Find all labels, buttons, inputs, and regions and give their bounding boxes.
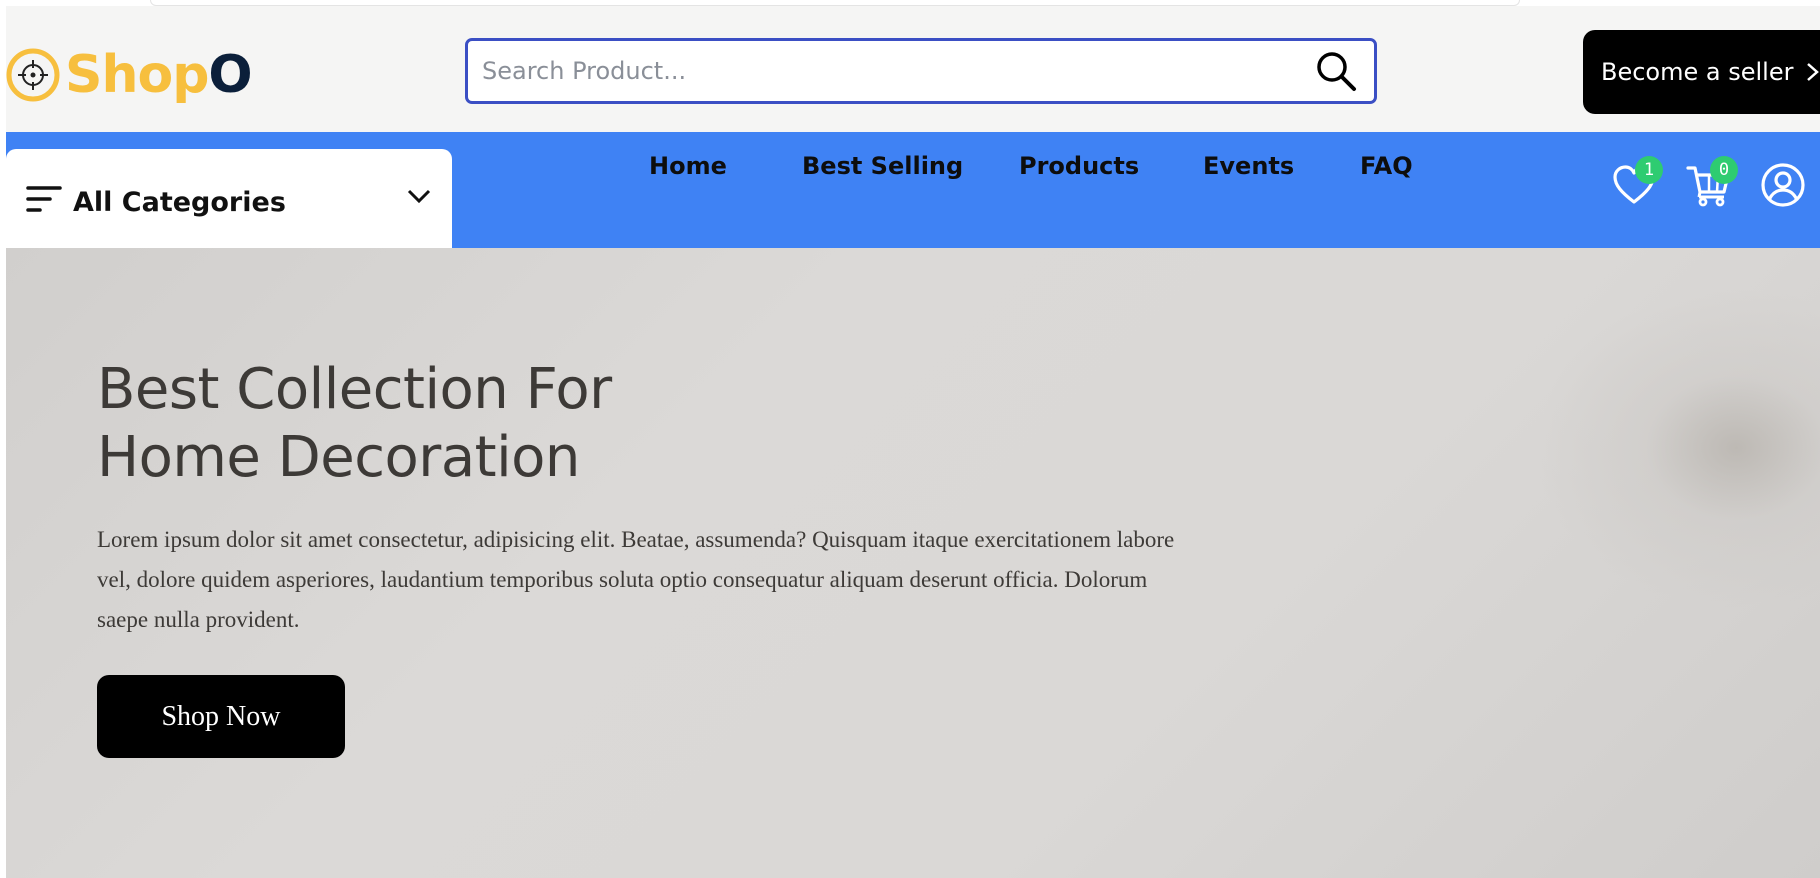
search-icon[interactable] bbox=[1314, 49, 1358, 93]
cart-count-badge: 0 bbox=[1710, 156, 1738, 184]
header: ShopO Become a seller bbox=[6, 6, 1820, 132]
hero-title-line-1: Best Collection For bbox=[97, 357, 612, 422]
chevron-down-icon bbox=[407, 189, 431, 204]
wishlist-button[interactable]: 1 bbox=[1611, 156, 1663, 212]
logo-text-shop: Shop bbox=[65, 45, 209, 105]
user-profile-icon bbox=[1761, 163, 1805, 207]
shop-now-button[interactable]: Shop Now bbox=[97, 675, 345, 758]
all-categories-label: All Categories bbox=[73, 187, 286, 218]
crosshair-logo-icon bbox=[6, 48, 60, 102]
wishlist-count-badge: 1 bbox=[1635, 156, 1663, 184]
cart-button[interactable]: 0 bbox=[1686, 156, 1738, 212]
hero-banner: Best Collection For Home Decoration Lore… bbox=[6, 248, 1820, 878]
nav-link-home[interactable]: Home bbox=[649, 148, 727, 184]
search-input[interactable] bbox=[468, 41, 1314, 101]
search-box bbox=[465, 38, 1377, 104]
become-seller-button[interactable]: Become a seller bbox=[1583, 30, 1820, 114]
all-categories-dropdown[interactable]: All Categories bbox=[6, 149, 452, 248]
logo[interactable]: ShopO bbox=[6, 40, 253, 110]
logo-text-o: O bbox=[208, 45, 252, 105]
hero-description: Lorem ipsum dolor sit amet consectetur, … bbox=[97, 527, 1175, 632]
nav-link-faq[interactable]: FAQ bbox=[1360, 148, 1413, 184]
logo-text: ShopO bbox=[65, 49, 253, 101]
nav-link-best-selling[interactable]: Best Selling bbox=[802, 148, 963, 184]
nav-link-events[interactable]: Events bbox=[1203, 148, 1294, 184]
chevron-right-icon bbox=[1807, 63, 1820, 81]
nav-link-products[interactable]: Products bbox=[1019, 148, 1139, 184]
menu-icon bbox=[26, 185, 62, 212]
profile-button[interactable] bbox=[1760, 162, 1810, 212]
hero-title-line-2: Home Decoration bbox=[97, 425, 580, 490]
navbar: All Categories Home Best Selling Product… bbox=[6, 132, 1820, 248]
become-seller-label: Become a seller bbox=[1601, 58, 1794, 86]
hero-title: Best Collection For Home Decoration bbox=[97, 356, 897, 492]
